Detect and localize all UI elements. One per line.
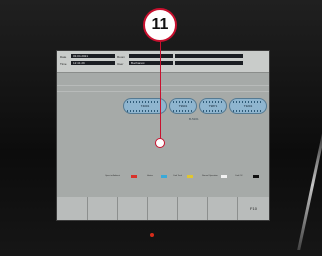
function-key[interactable]	[87, 197, 117, 220]
function-key-f10[interactable]: F10	[237, 197, 269, 220]
legend-label: Cool Off	[235, 175, 243, 177]
indicator-row	[233, 110, 263, 112]
indicator-row	[173, 101, 193, 103]
info-field-1	[175, 54, 243, 58]
station-block[interactable]: T9901	[169, 98, 197, 114]
station-label: T9901	[178, 104, 188, 108]
indicator-row	[127, 110, 163, 112]
legend-swatch	[131, 175, 137, 178]
divider-line	[57, 91, 269, 92]
callout-leader-line	[160, 42, 161, 138]
status-header: Date 03.04.2021 Time 12:41:29 Room User …	[57, 51, 269, 73]
station-label: T9871	[208, 104, 218, 108]
room-field	[129, 54, 173, 58]
indicator-row	[203, 110, 223, 112]
callout-target-marker	[155, 138, 165, 148]
legend-label: Cool Tank	[173, 175, 182, 177]
function-key[interactable]	[57, 197, 87, 220]
user-label: User	[117, 62, 124, 66]
time-field: 12:41:29	[71, 61, 115, 65]
station-block[interactable]: T9871	[199, 98, 227, 114]
legend-label: Heater	[147, 175, 154, 177]
function-key[interactable]	[177, 197, 207, 220]
function-key[interactable]	[117, 197, 147, 220]
legend-swatch	[187, 175, 193, 178]
legend-label: Normal Operation	[202, 175, 218, 177]
divider-line	[57, 85, 269, 86]
function-key[interactable]	[147, 197, 177, 220]
function-key[interactable]	[207, 197, 237, 220]
callout-number-badge: 11	[143, 8, 177, 42]
room-label: Room	[117, 55, 126, 59]
date-field: 03.04.2021	[71, 54, 115, 58]
indicator-row	[233, 101, 263, 103]
hmi-screen: Date 03.04.2021 Time 12:41:29 Room User …	[56, 50, 270, 221]
power-led	[150, 233, 154, 237]
unit-label: B-5201	[189, 117, 199, 121]
legend-label: Open to Ambient	[105, 175, 120, 177]
indicator-row	[173, 110, 193, 112]
legend-swatch	[161, 175, 167, 178]
legend-swatch	[253, 175, 259, 178]
indicator-row	[127, 101, 163, 103]
info-field-2	[175, 61, 243, 65]
date-label: Date	[60, 55, 67, 59]
function-key-bar: F10	[57, 197, 269, 220]
legend-swatch	[221, 175, 227, 178]
time-label: Time	[60, 62, 67, 66]
indicator-row	[203, 101, 223, 103]
user-field: Bucharest	[129, 61, 173, 65]
station-block[interactable]: T3201	[229, 98, 267, 114]
station-label: T3201	[243, 104, 253, 108]
